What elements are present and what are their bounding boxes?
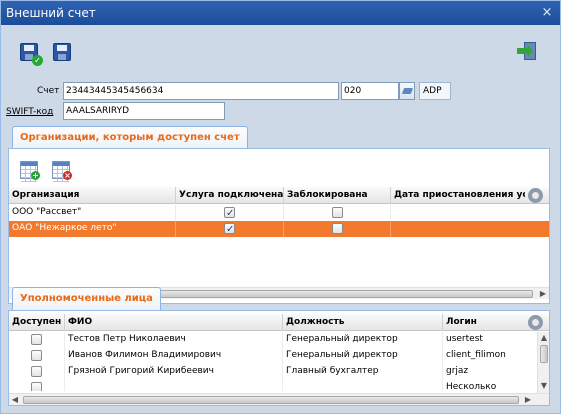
checkmark-icon: ✓: [32, 55, 43, 66]
access-cell: [9, 380, 65, 391]
horizontal-scrollbar[interactable]: ◀ ▶: [9, 393, 549, 405]
organizations-toolbar: + ×: [9, 149, 549, 185]
table-row[interactable]: Несколько: [9, 380, 537, 391]
fio-cell: Тестов Петр Николаевич: [65, 332, 283, 348]
access-checkbox[interactable]: [31, 334, 42, 345]
position-cell: [283, 380, 443, 391]
scroll-left-icon[interactable]: ◀: [10, 395, 20, 405]
access-checkbox[interactable]: [31, 350, 42, 361]
blocked-cell: [284, 205, 391, 221]
login-cell: grjaz: [446, 366, 469, 376]
service-cell: [176, 221, 284, 237]
scroll-down-icon[interactable]: ▼: [539, 381, 549, 391]
blocked-checkbox[interactable]: [332, 223, 343, 234]
column-header-login[interactable]: Логин: [443, 314, 523, 331]
service-checkbox[interactable]: [224, 206, 235, 221]
column-header-fio[interactable]: ФИО: [65, 314, 283, 331]
column-header-service[interactable]: Услуга подключена: [176, 187, 284, 204]
position-cell: Главный бухгалтер: [283, 364, 443, 380]
table-row[interactable]: Грязной Григорий Кирибеевич Главный бухг…: [9, 364, 537, 380]
fio-cell: Иванов Филимон Владимирович: [65, 348, 283, 364]
column-header-blocked[interactable]: Заблокирована: [284, 187, 391, 204]
title-bar[interactable]: Внешний счет ×: [1, 1, 560, 25]
suspension-date-cell: [391, 205, 549, 221]
account-code-field[interactable]: 020: [341, 82, 399, 100]
blocked-checkbox[interactable]: [332, 207, 343, 218]
fio-cell: Грязной Григорий Кирибеевич: [65, 364, 283, 380]
authorized-persons-panel: Доступен ФИО Должность Логин Тестов Петр…: [8, 310, 550, 406]
access-cell: [9, 348, 65, 364]
access-cell: [9, 364, 65, 380]
persons-grid-header: Доступен ФИО Должность Логин: [9, 314, 549, 331]
column-header-suspension-date[interactable]: Дата приостановления ус: [391, 187, 525, 204]
delete-organization-button[interactable]: ×: [52, 161, 72, 182]
vertical-scrollbar[interactable]: ▲ ▼: [537, 332, 549, 393]
swift-field[interactable]: AAALSARIRYD: [63, 102, 225, 120]
exit-button[interactable]: [517, 41, 539, 63]
save-button[interactable]: [51, 41, 73, 63]
organization-name: ОАО "Нежаркое лето": [9, 221, 176, 237]
organizations-panel: + × Организация Услуга подключена Заблок…: [8, 148, 550, 304]
exit-arrow-icon: [517, 45, 533, 57]
access-checkbox[interactable]: [31, 366, 42, 377]
table-row[interactable]: Иванов Филимон Владимирович Генеральный …: [9, 348, 537, 364]
table-row[interactable]: ОАО "Нежаркое лето": [9, 221, 549, 237]
position-cell: Генеральный директор: [283, 348, 443, 364]
scroll-right-icon[interactable]: ▶: [523, 395, 533, 405]
login-cell: client_filimon: [446, 350, 506, 360]
service-cell: [176, 205, 284, 221]
fio-cell: [65, 380, 283, 391]
account-label: Счет: [37, 86, 60, 96]
service-checkbox[interactable]: [224, 222, 235, 237]
tab-authorized-persons[interactable]: Уполномоченные лица: [12, 287, 161, 310]
scrollbar-thumb[interactable]: [23, 396, 519, 404]
lookup-icon: [401, 88, 414, 94]
table-row[interactable]: Тестов Петр Николаевич Генеральный дирек…: [9, 332, 537, 348]
scroll-up-icon[interactable]: ▲: [539, 333, 549, 343]
organizations-grid-header: Организация Услуга подключена Заблокиров…: [9, 187, 549, 204]
position-cell: Генеральный директор: [283, 332, 443, 348]
delete-icon: ×: [63, 171, 72, 180]
suspension-date-cell: [391, 221, 549, 237]
currency-field[interactable]: ADP: [419, 82, 451, 100]
save-icon: [53, 43, 71, 61]
column-header-organization[interactable]: Организация: [9, 187, 176, 204]
access-checkbox[interactable]: [31, 382, 42, 391]
blocked-cell: [284, 221, 391, 237]
dialog-body: ✓ Счет 23443445345456634 020 ADP SWIFT-к…: [1, 25, 560, 413]
add-organization-button[interactable]: +: [20, 161, 40, 182]
dialog-window: Внешний счет × ✓ Счет 23443445345456634 …: [0, 0, 561, 414]
table-row[interactable]: ООО "Рассвет": [9, 205, 549, 221]
lookup-button[interactable]: [399, 82, 415, 100]
tab-organizations[interactable]: Организации, которым доступен счет: [12, 126, 248, 149]
gear-icon[interactable]: [528, 315, 543, 330]
close-icon[interactable]: ×: [540, 1, 554, 25]
window-title: Внешний счет: [6, 6, 96, 20]
add-icon: +: [31, 171, 40, 180]
column-header-access[interactable]: Доступен: [9, 314, 65, 331]
swift-label: SWIFT-код: [6, 107, 54, 117]
column-header-position[interactable]: Должность: [283, 314, 443, 331]
login-cell: usertest: [446, 334, 483, 344]
organization-name: ООО "Рассвет": [9, 205, 176, 221]
access-cell: [9, 332, 65, 348]
account-number-field[interactable]: 23443445345456634: [63, 82, 339, 100]
save-and-close-button[interactable]: ✓: [18, 41, 43, 66]
gear-icon[interactable]: [528, 188, 543, 203]
scrollbar-thumb[interactable]: [540, 345, 548, 363]
scroll-right-icon[interactable]: ▶: [538, 289, 548, 299]
login-cell: Несколько: [446, 382, 497, 391]
